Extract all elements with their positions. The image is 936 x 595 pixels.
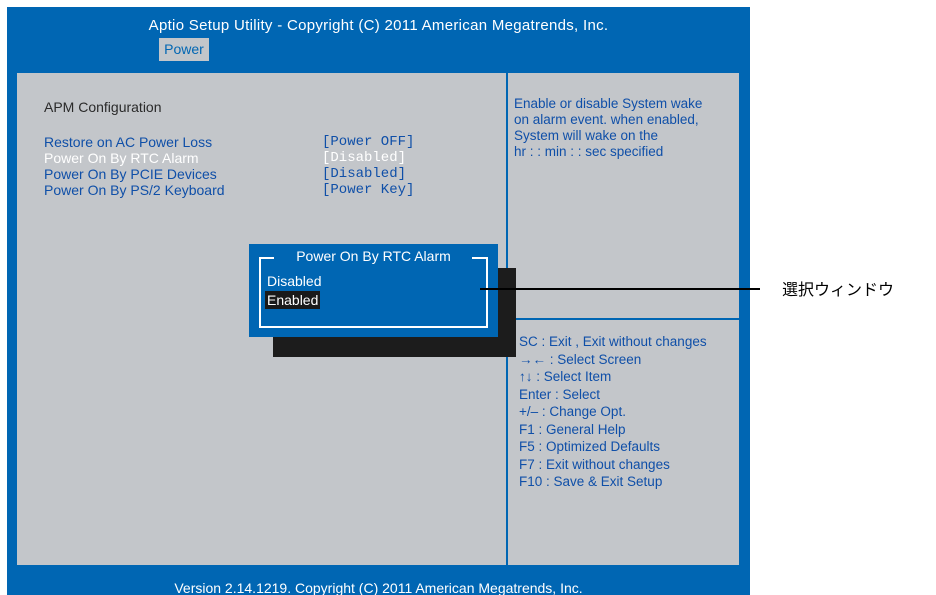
- key-hint: ↑↓ : Select Item: [519, 369, 612, 384]
- setting-label-ps2-keyboard[interactable]: Power On By PS/2 Keyboard: [44, 182, 225, 198]
- setting-value-pcie-devices[interactable]: [Disabled]: [322, 166, 406, 182]
- help-line: on alarm event. when enabled,: [514, 112, 699, 127]
- key-hint: F5 : Optimized Defaults: [519, 439, 661, 454]
- key-hint: F10 : Save & Exit Setup: [519, 474, 663, 489]
- key-legend: SC : Exit , Exit without changes →← : Se…: [519, 333, 745, 491]
- key-hint: →← : Select Screen: [519, 351, 642, 367]
- setting-label-restore-ac[interactable]: Restore on AC Power Loss: [44, 134, 212, 150]
- help-text: Enable or disable System wake on alarm e…: [514, 96, 746, 160]
- popup-border-top: [259, 257, 274, 259]
- setting-label-pcie-devices[interactable]: Power On By PCIE Devices: [44, 166, 217, 182]
- key-hint: Enter : Select: [519, 386, 601, 402]
- panel-divider-horizontal: [508, 318, 745, 320]
- footer: Version 2.14.1219. Copyright (C) 2011 Am…: [7, 576, 750, 595]
- help-line: Enable or disable System wake: [514, 96, 703, 111]
- header-bar: Aptio Setup Utility - Copyright (C) 2011…: [7, 7, 750, 61]
- tab-power[interactable]: Power: [159, 38, 209, 61]
- popup-option-disabled[interactable]: Disabled: [265, 272, 323, 290]
- setting-value-rtc-alarm[interactable]: [Disabled]: [322, 150, 406, 166]
- popup-border-top: [472, 257, 488, 259]
- setting-value-ps2-keyboard[interactable]: [Power Key]: [322, 182, 414, 198]
- setting-value-restore-ac[interactable]: [Power OFF]: [322, 134, 414, 150]
- help-line: hr : : min : : sec specified: [514, 144, 664, 159]
- key-hint: +/– : Change Opt.: [519, 404, 626, 419]
- selection-popup: Power On By RTC Alarm Disabled Enabled: [249, 244, 498, 337]
- callout-label: 選択ウィンドウ: [782, 282, 895, 299]
- help-line: System will wake on the: [514, 128, 659, 143]
- popup-option-enabled[interactable]: Enabled: [265, 291, 321, 309]
- app-title: Aptio Setup Utility - Copyright (C) 2011…: [148, 17, 609, 34]
- callout-line: [480, 288, 760, 290]
- key-hint: F7 : Exit without changes: [519, 456, 670, 472]
- section-title: APM Configuration: [44, 99, 162, 115]
- key-hint: SC : Exit , Exit without changes: [519, 334, 707, 349]
- key-hint: F1 : General Help: [519, 421, 626, 437]
- popup-title: Power On By RTC Alarm: [296, 248, 451, 264]
- setting-label-rtc-alarm[interactable]: Power On By RTC Alarm: [44, 150, 199, 166]
